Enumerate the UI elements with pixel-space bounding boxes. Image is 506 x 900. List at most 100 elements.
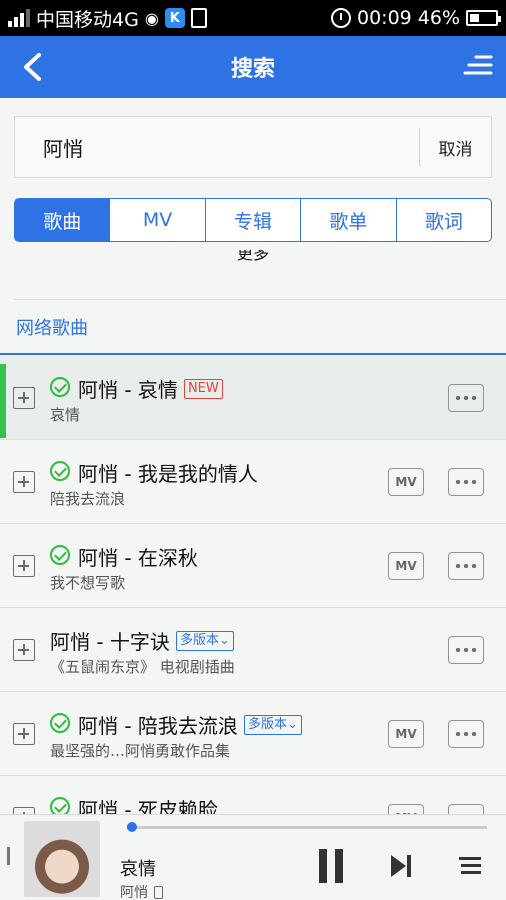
progress-knob[interactable] bbox=[126, 822, 137, 832]
song-title: 阿悄 - 哀情 bbox=[78, 378, 178, 402]
battery-icon bbox=[466, 10, 501, 26]
dot-icon bbox=[456, 732, 460, 736]
tab-albums[interactable]: 专辑 bbox=[206, 199, 302, 241]
page-title: 搜索 bbox=[230, 57, 275, 82]
drag-handle[interactable] bbox=[7, 847, 10, 865]
tab-lyrics[interactable]: 歌词 bbox=[397, 199, 491, 241]
mv-button[interactable]: MV bbox=[388, 720, 424, 748]
dot-icon bbox=[472, 564, 476, 568]
progress-bar[interactable] bbox=[126, 822, 487, 832]
pause-icon bbox=[319, 849, 327, 883]
mv-button[interactable]: MV bbox=[388, 552, 424, 580]
add-icon[interactable] bbox=[13, 471, 35, 493]
divider bbox=[14, 299, 506, 300]
song-title-line: 阿悄 - 哀情 NEW bbox=[78, 374, 223, 403]
song-title-line: 阿悄 - 在深秋 bbox=[78, 542, 198, 571]
next-button[interactable] bbox=[389, 853, 413, 879]
song-row[interactable]: 阿悄 - 陪我去流浪 多版本⌄ 最坚强的…阿悄勇敢作品集 MV bbox=[0, 692, 506, 776]
dot-icon bbox=[472, 732, 476, 736]
dot-icon bbox=[464, 564, 468, 568]
menu-icon bbox=[463, 55, 493, 75]
version-badge[interactable]: 多版本⌄ bbox=[243, 714, 302, 735]
song-subtitle: 我不想写歌 bbox=[50, 574, 126, 592]
song-title: 阿悄 - 十字诀 bbox=[50, 630, 170, 654]
wifi-icon: ◉ bbox=[144, 8, 159, 28]
add-icon[interactable] bbox=[13, 723, 35, 745]
status-left: 中国移动4G ◉ K bbox=[8, 5, 207, 32]
add-icon[interactable] bbox=[13, 387, 35, 409]
pause-icon bbox=[335, 849, 343, 883]
tab-songs[interactable]: 歌曲 bbox=[15, 199, 111, 241]
next-track-icon bbox=[391, 855, 411, 877]
version-badge[interactable]: 多版本⌄ bbox=[175, 630, 234, 651]
more-button[interactable] bbox=[448, 552, 484, 580]
dot-icon bbox=[456, 480, 460, 484]
song-subtitle: 哀情 bbox=[50, 406, 81, 424]
song-row[interactable]: 阿悄 - 在深秋 我不想写歌 MV bbox=[0, 524, 506, 608]
song-row[interactable]: 阿悄 - 哀情 NEW 哀情 bbox=[0, 356, 506, 440]
menu-button[interactable] bbox=[462, 51, 494, 83]
app-header: 搜索 bbox=[0, 36, 506, 98]
carrier-label: 中国移动4G bbox=[36, 8, 139, 31]
song-subtitle: 陪我去流浪 bbox=[50, 490, 126, 508]
check-circle-icon bbox=[50, 545, 70, 565]
document-icon bbox=[190, 8, 207, 28]
playlist-icon bbox=[459, 857, 481, 874]
search-input[interactable] bbox=[15, 117, 419, 177]
status-right: 00:09 46% bbox=[331, 7, 501, 29]
check-circle-icon bbox=[50, 461, 70, 481]
mv-button[interactable]: MV bbox=[388, 468, 424, 496]
dot-icon bbox=[464, 480, 468, 484]
more-button[interactable] bbox=[448, 384, 484, 412]
chevron-down-icon: ⌄ bbox=[218, 632, 230, 648]
dot-icon bbox=[456, 396, 460, 400]
dot-icon bbox=[464, 732, 468, 736]
dot-icon bbox=[472, 648, 476, 652]
more-button[interactable] bbox=[448, 720, 484, 748]
signal-icon bbox=[8, 9, 30, 27]
clock-label: 00:09 bbox=[357, 7, 412, 29]
song-row[interactable]: 阿悄 - 我是我的情人 陪我去流浪 MV bbox=[0, 440, 506, 524]
back-arrow-icon bbox=[24, 53, 41, 81]
k-app-icon: K bbox=[164, 8, 185, 28]
now-playing-title: 哀情 bbox=[120, 859, 156, 880]
version-badge-label: 多版本 bbox=[179, 632, 219, 648]
category-tabs: 歌曲 MV 专辑 歌单 歌词 bbox=[14, 198, 492, 242]
search-bar: 取消 bbox=[14, 116, 492, 178]
mini-player[interactable]: 哀情 阿悄 bbox=[0, 814, 506, 900]
song-title: 阿悄 - 陪我去流浪 bbox=[78, 714, 238, 738]
add-icon[interactable] bbox=[13, 555, 35, 577]
song-row[interactable]: 阿悄 - 十字诀 多版本⌄ 《五鼠闹东京》 电视剧插曲 bbox=[0, 608, 506, 692]
version-badge-label: 多版本 bbox=[247, 716, 287, 732]
dot-icon bbox=[472, 480, 476, 484]
song-title-line: 阿悄 - 我是我的情人 bbox=[78, 458, 258, 487]
dot-icon bbox=[456, 564, 460, 568]
section-underline bbox=[0, 353, 506, 355]
more-button[interactable] bbox=[448, 636, 484, 664]
chevron-down-icon: ⌄ bbox=[286, 716, 298, 732]
dot-icon bbox=[464, 396, 468, 400]
add-icon[interactable] bbox=[13, 639, 35, 661]
new-badge: NEW bbox=[183, 378, 223, 399]
more-button[interactable] bbox=[448, 468, 484, 496]
pause-button[interactable] bbox=[319, 849, 343, 883]
song-subtitle: 最坚强的…阿悄勇敢作品集 bbox=[50, 742, 231, 760]
check-circle-icon bbox=[50, 713, 70, 733]
back-button[interactable] bbox=[14, 49, 50, 85]
song-subtitle: 《五鼠闹东京》 电视剧插曲 bbox=[50, 658, 235, 676]
alarm-icon bbox=[331, 8, 351, 28]
status-bar: 中国移动4G ◉ K 00:09 46% bbox=[0, 0, 506, 36]
dot-icon bbox=[464, 648, 468, 652]
song-title: 阿悄 - 在深秋 bbox=[78, 546, 198, 570]
tab-mv[interactable]: MV bbox=[110, 199, 206, 241]
battery-label: 46% bbox=[417, 7, 460, 29]
playlist-button[interactable] bbox=[459, 854, 483, 878]
now-playing-artist: 阿悄 bbox=[120, 885, 148, 900]
tab-playlists[interactable]: 歌单 bbox=[301, 199, 397, 241]
album-cover[interactable] bbox=[24, 821, 100, 897]
song-list: 阿悄 - 哀情 NEW 哀情 阿悄 - 我是我的情人 陪我去流浪 MV 阿悄 -… bbox=[0, 356, 506, 860]
now-playing-artist-line: 阿悄 bbox=[120, 882, 163, 900]
song-title-line: 阿悄 - 十字诀 多版本⌄ bbox=[50, 626, 234, 655]
more-link[interactable]: 更多 bbox=[0, 250, 506, 266]
cancel-button[interactable]: 取消 bbox=[419, 128, 491, 166]
